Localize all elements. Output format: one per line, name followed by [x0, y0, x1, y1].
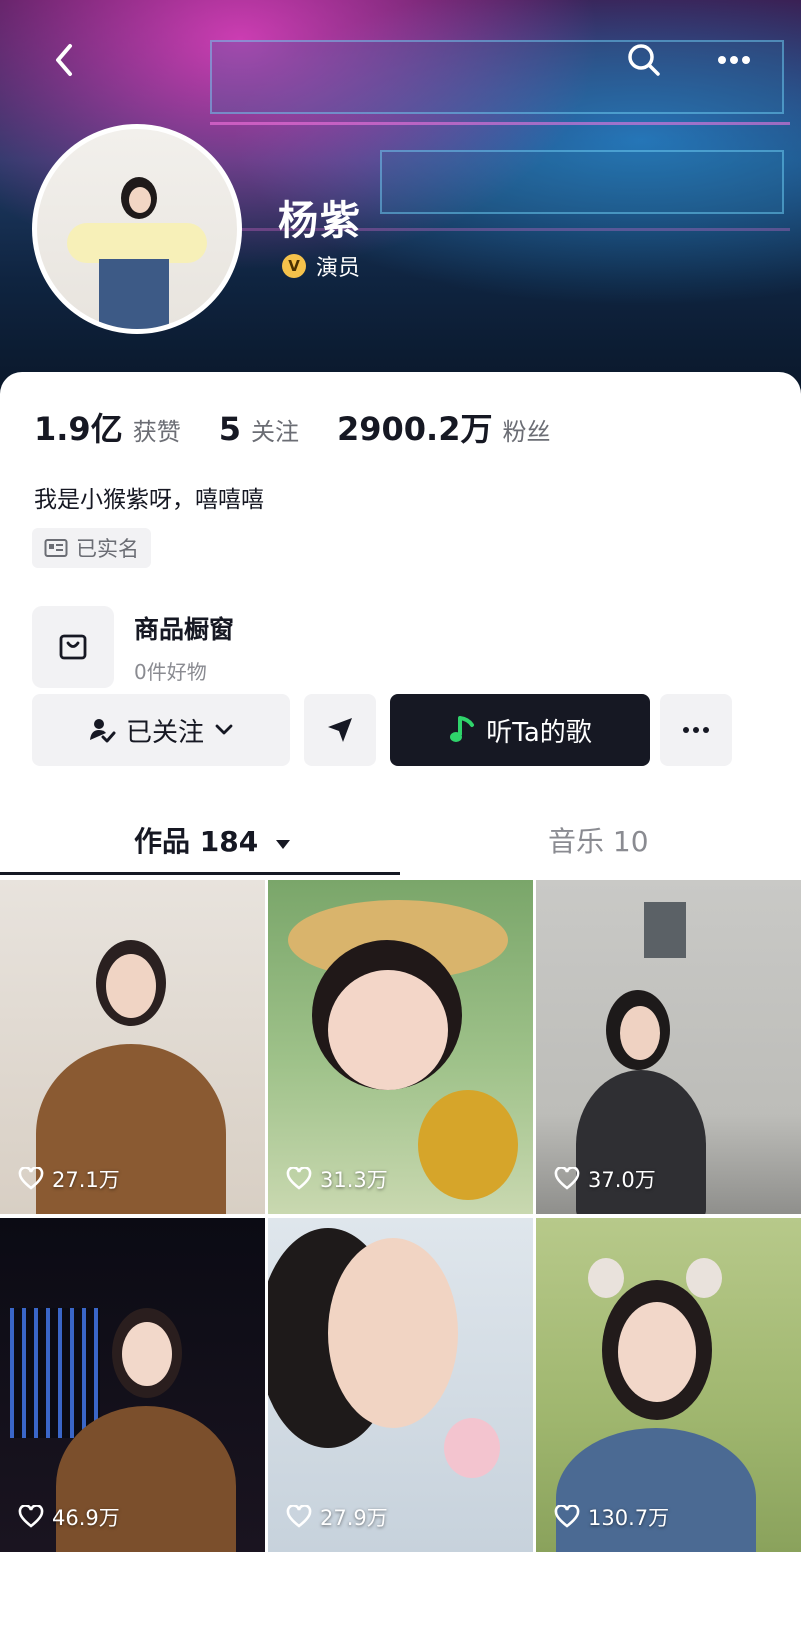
shop-title: 商品橱窗 — [134, 614, 235, 644]
bio-text: 我是小猴紫呀，嘻嘻嘻 — [34, 487, 264, 513]
heart-icon — [554, 1167, 580, 1190]
followed-label: 已关注 — [125, 717, 204, 748]
thumb-ear — [686, 1258, 722, 1298]
video-likes: 27.1万 — [18, 1164, 120, 1194]
thumb-perfume — [444, 1418, 500, 1478]
thumb-ear — [588, 1258, 624, 1298]
video-thumbnail[interactable]: 37.0万 — [536, 880, 801, 1214]
banner-decor — [380, 150, 784, 214]
heart-icon — [18, 1505, 44, 1528]
chevron-down-icon — [215, 724, 233, 735]
search-icon — [628, 44, 660, 76]
real-name-label: 已实名 — [76, 537, 139, 561]
video-thumbnail[interactable]: 130.7万 — [536, 1218, 801, 1552]
more-button[interactable] — [708, 34, 760, 86]
listen-songs-label: 听Ta的歌 — [486, 717, 592, 748]
send-icon — [328, 718, 352, 742]
followed-button[interactable]: 已关注 — [32, 694, 290, 766]
shop-subtitle: 0件好物 — [134, 659, 207, 684]
followers-count[interactable]: 2900.2万 — [337, 404, 493, 450]
video-likes: 46.9万 — [18, 1502, 120, 1532]
likes-count: 37.0万 — [588, 1168, 656, 1192]
thumb-figure — [328, 970, 448, 1090]
thumb-city-lights — [10, 1308, 100, 1438]
stats-row: 1.9亿 获赞 5 关注 2900.2万 粉丝 — [34, 404, 588, 450]
user-check-icon — [89, 719, 116, 743]
avatar-sweater — [67, 223, 207, 263]
real-name-badge: 已实名 — [32, 528, 151, 568]
back-button[interactable] — [38, 34, 90, 86]
video-thumbnail[interactable]: 27.9万 — [268, 1218, 533, 1552]
heart-icon — [286, 1505, 312, 1528]
content-tabs: 作品 184 音乐 10 — [0, 800, 801, 880]
music-note-icon — [450, 716, 475, 742]
banner-decor — [210, 122, 790, 125]
avatar[interactable] — [32, 124, 242, 334]
followers-label[interactable]: 粉丝 — [502, 412, 550, 447]
search-button[interactable] — [618, 34, 670, 86]
likes-count: 27.1万 — [52, 1168, 120, 1192]
thumb-window — [644, 902, 686, 958]
id-card-icon — [44, 539, 68, 557]
more-icon — [718, 56, 750, 64]
caret-down-icon — [275, 840, 290, 849]
bag-icon — [59, 634, 87, 660]
shop-window[interactable]: 商品橱窗 0件好物 — [32, 606, 234, 688]
video-likes: 31.3万 — [286, 1164, 388, 1194]
thumb-figure — [620, 1006, 660, 1060]
likes-count: 31.3万 — [320, 1168, 388, 1192]
tab-works-label: 作品 184 — [134, 825, 259, 858]
verified-icon: V — [282, 254, 306, 278]
following-label[interactable]: 关注 — [251, 412, 299, 447]
tab-music-label: 音乐 10 — [548, 825, 649, 858]
video-likes: 27.9万 — [286, 1502, 388, 1532]
likes-count: 46.9万 — [52, 1506, 120, 1530]
likes-label: 获赞 — [132, 418, 181, 446]
more-icon — [683, 727, 709, 733]
video-thumbnail[interactable]: 27.1万 — [0, 880, 265, 1214]
avatar-face — [129, 187, 151, 213]
thumb-figure — [122, 1322, 172, 1386]
shop-text: 商品橱窗 0件好物 — [134, 610, 234, 685]
thumb-figure — [618, 1302, 696, 1402]
video-likes: 37.0万 — [554, 1164, 656, 1194]
likes-count: 27.9万 — [320, 1506, 388, 1530]
heart-icon — [554, 1505, 580, 1528]
thumb-figure — [106, 954, 156, 1018]
video-thumbnail[interactable]: 46.9万 — [0, 1218, 265, 1552]
verification-row: V 演员 — [282, 250, 360, 282]
banner-decor — [210, 40, 784, 114]
share-button[interactable] — [304, 694, 376, 766]
video-thumbnail[interactable]: 31.3万 — [268, 880, 533, 1214]
tab-works[interactable]: 作品 184 — [134, 820, 292, 860]
shop-icon-box — [32, 606, 114, 688]
likes-count: 130.7万 — [588, 1506, 670, 1530]
avatar-jeans — [99, 259, 169, 329]
heart-icon — [286, 1167, 312, 1190]
active-tab-indicator — [0, 872, 400, 875]
thumb-figure — [418, 1090, 518, 1200]
thumb-figure — [556, 1428, 756, 1552]
profile-page: 杨紫 V 演员 1.9亿 获赞 5 关注 2900.2万 粉丝 我是小猴紫呀，嘻… — [0, 0, 801, 1652]
profile-name: 杨紫 — [278, 198, 362, 244]
thumb-figure — [328, 1238, 458, 1428]
likes-count: 1.9亿 — [34, 410, 123, 448]
heart-icon — [18, 1167, 44, 1190]
verification-label: 演员 — [316, 256, 361, 281]
profile-card: 1.9亿 获赞 5 关注 2900.2万 粉丝 我是小猴紫呀，嘻嘻嘻 已实名 商… — [0, 372, 801, 1652]
action-buttons: 已关注 听Ta的歌 — [32, 694, 770, 766]
video-likes: 130.7万 — [554, 1502, 669, 1532]
more-actions-button[interactable] — [660, 694, 732, 766]
listen-songs-button[interactable]: 听Ta的歌 — [390, 694, 650, 766]
tab-music[interactable]: 音乐 10 — [548, 820, 649, 860]
back-icon — [56, 44, 72, 76]
following-count[interactable]: 5 — [219, 410, 241, 448]
